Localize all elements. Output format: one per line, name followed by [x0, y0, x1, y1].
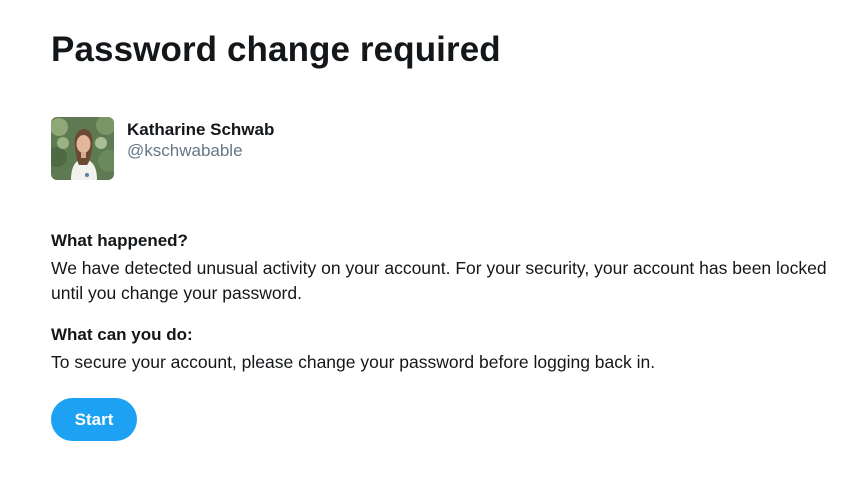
- account-handle: @kschwabable: [127, 141, 243, 160]
- what-happened-text: We have detected unusual activity on you…: [51, 258, 827, 303]
- what-can-you-do-heading: What can you do:: [51, 325, 193, 344]
- account-name: Katharine Schwab: [127, 120, 275, 139]
- what-can-you-do-text: To secure your account, please change yo…: [51, 352, 656, 372]
- what-happened-heading: What happened?: [51, 231, 188, 250]
- page-title: Password change required: [51, 30, 501, 69]
- avatar: [51, 117, 114, 180]
- account-card: Katharine Schwab @kschwabable: [51, 117, 274, 180]
- start-button[interactable]: Start: [51, 398, 137, 441]
- avatar-photo: [51, 117, 114, 180]
